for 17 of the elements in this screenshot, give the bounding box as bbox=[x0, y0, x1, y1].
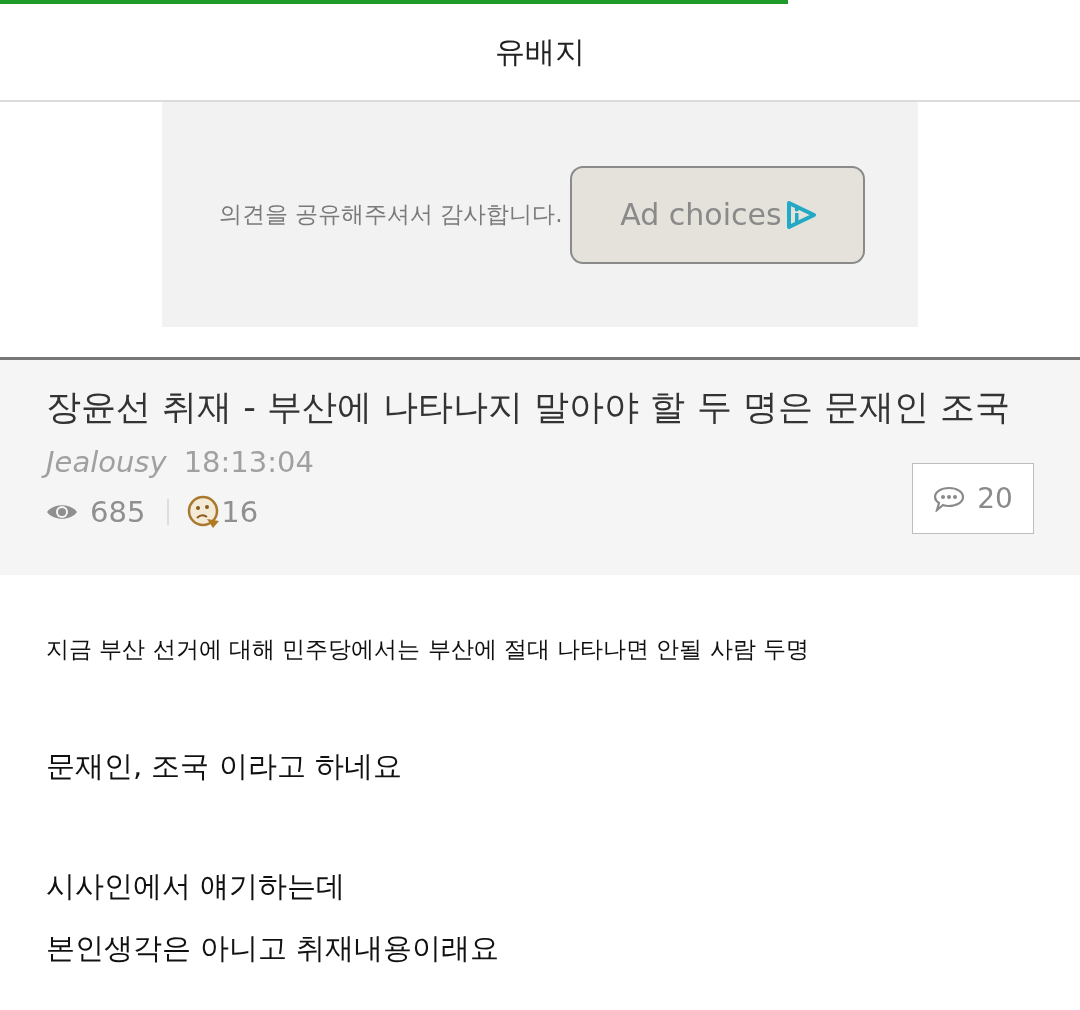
body-text: 본인생각은 아니고 취재내용이래요 bbox=[46, 930, 501, 967]
ad-message: 의견을 공유해주셔서 감사합니다. bbox=[218, 200, 563, 229]
eye-icon bbox=[46, 502, 78, 522]
info-triangle-icon bbox=[785, 200, 816, 229]
page-title: 유배지 bbox=[495, 32, 585, 71]
comment-button[interactable]: 20 bbox=[912, 463, 1034, 534]
comment-icon bbox=[933, 485, 966, 512]
body-text: 지금 부산 선거에 대해 민주당에서는 부산에 절대 나타나면 안될 사람 두명 bbox=[46, 635, 811, 664]
post-title: 장윤선 취재 - 부산에 나타나지 말아야 할 두 명은 문재인 조국 bbox=[46, 386, 1011, 429]
reaction-count: 16 bbox=[221, 495, 259, 529]
body-text: 문재인, 조국 이라고 하네요 bbox=[46, 748, 403, 785]
post-time: 18:13:04 bbox=[183, 445, 314, 479]
author-name[interactable]: Jealousy bbox=[43, 445, 172, 479]
body-text: 시사인에서 얘기하는데 bbox=[46, 868, 347, 905]
view-count: 685 bbox=[90, 495, 146, 529]
ad-choices-button[interactable]: Ad choices bbox=[570, 165, 866, 264]
face-icon bbox=[187, 495, 222, 529]
